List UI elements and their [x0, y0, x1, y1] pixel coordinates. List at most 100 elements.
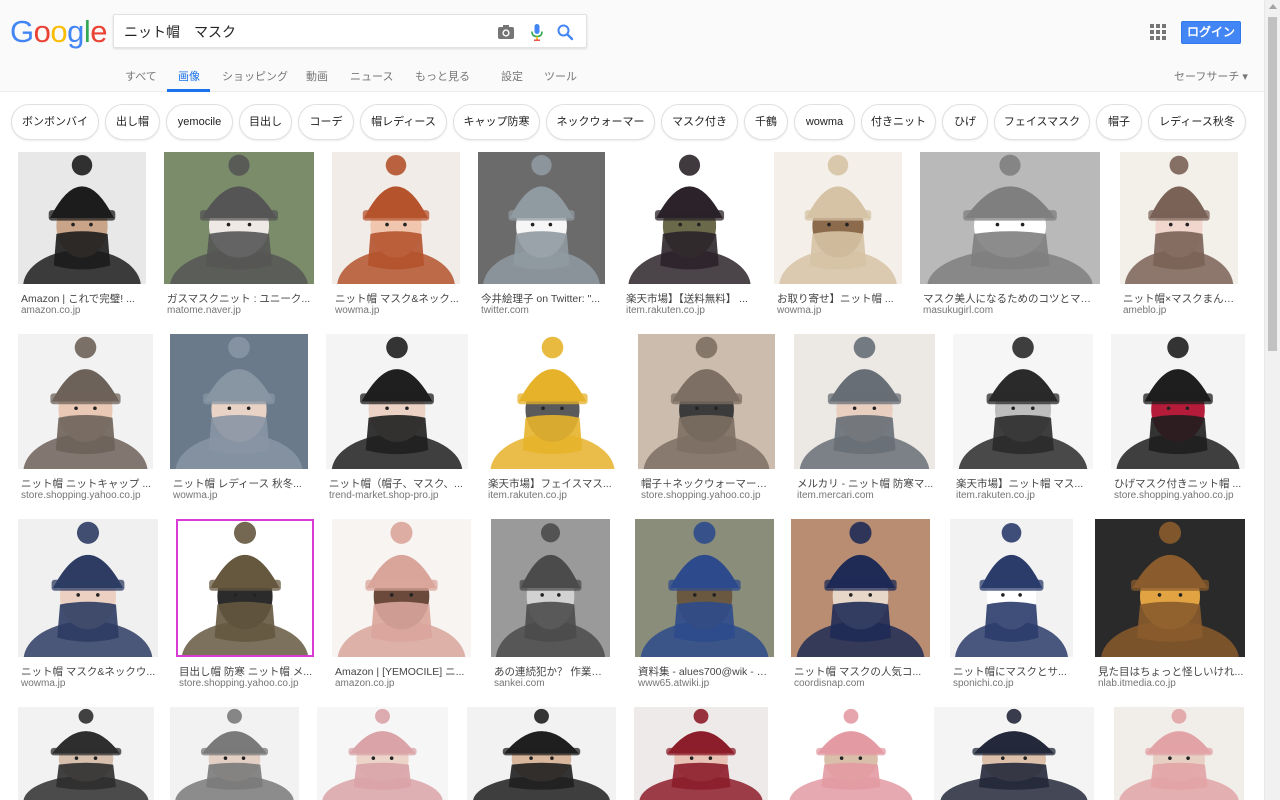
- result-site[interactable]: sankei.com: [494, 678, 609, 689]
- tab-videos[interactable]: 動画: [306, 68, 328, 84]
- tab-shopping[interactable]: ショッピング: [222, 68, 288, 84]
- tab-news[interactable]: ニュース: [350, 68, 393, 84]
- chip-hat[interactable]: 帽子: [1096, 104, 1142, 140]
- result-site[interactable]: item.rakuten.co.jp: [956, 490, 1092, 501]
- safesearch-toggle[interactable]: セーフサーチ ▾: [1174, 68, 1248, 84]
- result-title[interactable]: Amazon | これで完璧! ...: [21, 291, 145, 306]
- result-thumbnail[interactable]: [934, 707, 1094, 800]
- image-result[interactable]: [467, 707, 616, 800]
- result-thumbnail[interactable]: [18, 334, 153, 469]
- chip-face-mask[interactable]: フェイスマスク: [994, 104, 1090, 140]
- result-thumbnail[interactable]: [920, 152, 1100, 284]
- apps-grid-icon[interactable]: [1150, 24, 1168, 42]
- result-title[interactable]: ニット帽×マスクまん | ...: [1123, 291, 1237, 306]
- chip-bonbon[interactable]: ボンボンバイ: [11, 104, 99, 140]
- result-thumbnail[interactable]: [794, 334, 935, 469]
- image-result[interactable]: Amazon | [YEMOCILE] ニ... amazon.co.jp: [332, 519, 471, 695]
- image-result[interactable]: マスク美人になるためのコツとマス... masukugirl.com: [920, 152, 1100, 322]
- result-thumbnail[interactable]: [18, 519, 158, 657]
- result-site[interactable]: item.rakuten.co.jp: [626, 305, 755, 316]
- result-thumbnail[interactable]: [1120, 152, 1238, 284]
- image-result[interactable]: メルカリ - ニット帽 防寒マ... item.mercari.com: [794, 334, 935, 507]
- image-result[interactable]: ニット帽 マスク&ネック... wowma.jp: [332, 152, 460, 322]
- chip-yemocile[interactable]: yemocile: [166, 104, 233, 140]
- result-site[interactable]: item.rakuten.co.jp: [488, 490, 619, 501]
- result-title[interactable]: メルカリ - ニット帽 防寒マ...: [797, 476, 934, 491]
- result-thumbnail[interactable]: [478, 152, 605, 284]
- image-result[interactable]: [934, 707, 1094, 800]
- image-result[interactable]: [170, 707, 299, 800]
- chip-coordinate[interactable]: コーデ: [298, 104, 354, 140]
- chip-chizuru[interactable]: 千鶴: [744, 104, 788, 140]
- image-result[interactable]: [1114, 707, 1244, 800]
- image-result[interactable]: [18, 707, 154, 800]
- result-title[interactable]: ニット帽 レディース 秋冬...: [173, 476, 307, 491]
- search-input[interactable]: [124, 21, 484, 43]
- result-site[interactable]: item.mercari.com: [797, 490, 934, 501]
- chip-knit[interactable]: 付きニット: [861, 104, 936, 140]
- login-button[interactable]: ログイン: [1181, 21, 1241, 44]
- image-result[interactable]: 楽天市場】【送料無料】 ... item.rakuten.co.jp: [623, 152, 756, 322]
- result-title[interactable]: 楽天市場】ニット帽 マス...: [956, 476, 1092, 491]
- image-result[interactable]: [634, 707, 768, 800]
- result-site[interactable]: wowma.jp: [777, 305, 901, 316]
- scroll-up-arrow-icon[interactable]: [1269, 4, 1277, 9]
- image-result[interactable]: ニット帽 マスク&ネックウ... wowma.jp: [18, 519, 158, 695]
- result-title[interactable]: ニット帽 マスクの人気コ...: [794, 664, 929, 679]
- result-thumbnail[interactable]: [332, 152, 460, 284]
- result-site[interactable]: www65.atwiki.jp: [638, 678, 773, 689]
- result-thumbnail[interactable]: [791, 519, 930, 657]
- image-result[interactable]: 今井絵理子 on Twitter: "... twitter.com: [478, 152, 605, 322]
- result-site[interactable]: store.shopping.yahoo.co.jp: [21, 490, 152, 501]
- result-site[interactable]: matome.naver.jp: [167, 305, 313, 316]
- result-thumbnail[interactable]: [176, 519, 314, 657]
- result-title[interactable]: ニット帽 ニットキャップ ...: [21, 476, 152, 491]
- image-result[interactable]: ニット帽×マスクまん | ... ameblo.jp: [1120, 152, 1238, 322]
- image-result[interactable]: ガスマスクニット : ユニーク... matome.naver.jp: [164, 152, 314, 322]
- result-thumbnail[interactable]: [1095, 519, 1245, 657]
- tab-more[interactable]: もっと見る: [415, 68, 470, 84]
- result-title[interactable]: Amazon | [YEMOCILE] ニ...: [335, 664, 470, 679]
- result-thumbnail[interactable]: [485, 334, 620, 469]
- chip-neckwarmer[interactable]: ネックウォーマー: [546, 104, 655, 140]
- result-thumbnail[interactable]: [170, 707, 299, 800]
- result-thumbnail[interactable]: [491, 519, 610, 657]
- result-title[interactable]: ニット帽（帽子、マスク、...: [329, 476, 467, 491]
- image-result[interactable]: 帽子＋ネックウォーマーの... store.shopping.yahoo.co.j…: [638, 334, 775, 507]
- result-thumbnail[interactable]: [635, 519, 774, 657]
- image-result[interactable]: ニット帽（帽子、マスク、... trend-market.shop-pro.jp: [326, 334, 468, 507]
- chip-cap-cold[interactable]: キャップ防寒: [453, 104, 540, 140]
- result-site[interactable]: coordisnap.com: [794, 678, 929, 689]
- result-thumbnail[interactable]: [317, 707, 448, 800]
- image-result[interactable]: ニット帽 レディース 秋冬... wowma.jp: [170, 334, 308, 507]
- image-result[interactable]: [784, 707, 918, 800]
- result-site[interactable]: sponichi.co.jp: [953, 678, 1072, 689]
- camera-icon[interactable]: [496, 22, 516, 42]
- chip-ladies[interactable]: 帽レディース: [360, 104, 447, 140]
- image-result[interactable]: ニット帽にマスクとサ... sponichi.co.jp: [950, 519, 1073, 695]
- result-thumbnail[interactable]: [326, 334, 468, 469]
- result-thumbnail[interactable]: [774, 152, 902, 284]
- chip-beard[interactable]: ひげ: [942, 104, 988, 140]
- image-result[interactable]: 楽天市場】ニット帽 マス... item.rakuten.co.jp: [953, 334, 1093, 507]
- image-result[interactable]: あの連続犯か？ 作業服... sankei.com: [491, 519, 610, 695]
- google-logo[interactable]: Google: [10, 14, 108, 50]
- result-thumbnail[interactable]: [784, 707, 918, 800]
- chip-medashi[interactable]: 目出し: [239, 104, 292, 140]
- result-title[interactable]: 見た目はちょっと怪しいけれ...: [1098, 664, 1244, 679]
- result-site[interactable]: trend-market.shop-pro.jp: [329, 490, 467, 501]
- tab-tools[interactable]: ツール: [544, 68, 577, 84]
- tab-images[interactable]: 画像: [178, 68, 200, 84]
- result-site[interactable]: store.shopping.yahoo.co.jp: [641, 490, 774, 501]
- result-title[interactable]: 目出し帽 防寒 ニット帽 メ...: [179, 664, 313, 679]
- result-title[interactable]: 楽天市場】フェイスマス...: [488, 476, 619, 491]
- result-site[interactable]: store.shopping.yahoo.co.jp: [179, 678, 313, 689]
- result-site[interactable]: ameblo.jp: [1123, 305, 1237, 316]
- result-title[interactable]: ガスマスクニット : ユニーク...: [167, 291, 313, 306]
- chip-autumn[interactable]: レディース秋冬: [1148, 104, 1246, 140]
- image-result[interactable]: 資料集 - alues700@wik - アッ... www65.atwiki.j…: [635, 519, 774, 695]
- result-title[interactable]: 今井絵理子 on Twitter: "...: [481, 291, 604, 306]
- result-site[interactable]: amazon.co.jp: [21, 305, 145, 316]
- result-site[interactable]: amazon.co.jp: [335, 678, 470, 689]
- result-title[interactable]: マスク美人になるためのコツとマス...: [923, 291, 1099, 306]
